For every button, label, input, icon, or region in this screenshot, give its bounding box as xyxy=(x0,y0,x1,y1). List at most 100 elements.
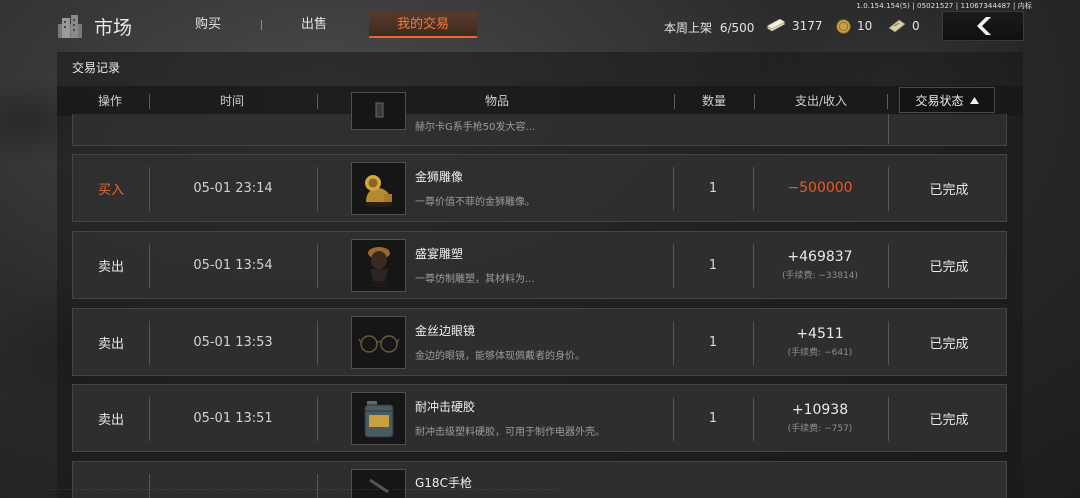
row-divider xyxy=(317,397,318,441)
trade-status: 已完成 xyxy=(929,336,969,352)
tab-buy[interactable]: 购买 xyxy=(170,12,246,38)
trade-time: 05-01 23:14 xyxy=(193,180,273,196)
back-button[interactable] xyxy=(942,11,1024,41)
item-description: 赫尔卡G系手枪50发大容... xyxy=(415,122,536,133)
trade-time: 05-01 13:54 xyxy=(193,257,273,273)
row-divider xyxy=(317,321,318,365)
cash-balance: 3177 xyxy=(766,17,823,35)
item-quantity: 1 xyxy=(708,257,718,273)
weekly-listing-value: 6/500 xyxy=(719,21,755,35)
item-name: 金丝边眼镜 xyxy=(415,324,476,338)
money-amount: +10938 xyxy=(791,402,849,418)
tab-my-trades[interactable]: 我的交易 xyxy=(369,12,477,38)
item-thumbnail xyxy=(351,92,406,130)
trade-status: 已完成 xyxy=(929,412,969,428)
table-row[interactable]: 卖出 05-01 13:53 金丝边眼镜 金边的眼镜，能够体现佩戴者的身价。 1… xyxy=(72,308,1007,376)
page-title: 市场 xyxy=(94,17,133,39)
row-divider xyxy=(317,244,318,288)
table-row[interactable]: 卖出 05-01 13:51 耐冲击硬胶 耐冲击级塑料硬胶，可用于制作电器外壳。… xyxy=(72,384,1007,452)
trade-type: 卖出 xyxy=(97,412,124,428)
fee-amount: (手续费: −641) xyxy=(787,348,853,358)
top-bar: 市场 购买 出售 我的交易 本周上架 6/500 3177 10 0 xyxy=(0,0,1080,52)
table-row-partial[interactable]: 赫尔卡G系手枪50发大容... xyxy=(72,92,1007,146)
resin-canister-icon xyxy=(364,400,393,437)
table-row[interactable]: 卖出 05-01 13:54 盛宴雕塑 一尊仿制雕塑，其材料为... 1 +46… xyxy=(72,231,1007,299)
table-row[interactable]: 买入 05-01 23:14 金狮雕像 一尊价值不菲的金狮雕像。 1 −5000… xyxy=(72,154,1007,222)
row-divider xyxy=(149,244,150,288)
item-description: 金边的眼镜，能够体现佩戴者的身价。 xyxy=(415,351,585,362)
item-name: 耐冲击硬胶 xyxy=(415,400,476,414)
item-name: 盛宴雕塑 xyxy=(415,247,464,261)
item-description: 耐冲击级塑料硬胶，可用于制作电器外壳。 xyxy=(415,427,605,438)
gold-coin-icon xyxy=(836,18,851,34)
ticket-value: 0 xyxy=(912,19,920,33)
header-divider xyxy=(887,94,888,109)
panel-title: 交易记录 xyxy=(72,61,121,75)
trade-status: 已完成 xyxy=(929,182,969,198)
trade-status: 已完成 xyxy=(929,259,969,275)
item-thumbnail xyxy=(351,239,406,292)
glasses-icon xyxy=(357,334,400,353)
trade-time: 05-01 13:53 xyxy=(193,334,273,350)
item-thumbnail xyxy=(351,392,406,445)
money-cell: +10938 (手续费: −757) xyxy=(753,385,887,451)
status-sort-button[interactable]: 交易状态 xyxy=(899,87,995,113)
item-quantity: 1 xyxy=(708,180,718,196)
row-divider xyxy=(888,321,889,365)
money-amount: −500000 xyxy=(787,180,853,196)
trade-time: 05-01 13:51 xyxy=(193,410,273,426)
footer-debug-text: · · · · · · · · · · · · · · · · · · · · … xyxy=(45,487,559,493)
feast-sculpture-icon xyxy=(367,246,390,287)
weekly-listing-label: 本周上架 xyxy=(664,21,713,35)
header-divider xyxy=(317,94,318,109)
col-qty: 数量 xyxy=(701,94,726,108)
coin-balance: 10 xyxy=(836,17,872,35)
cash-icon xyxy=(766,19,786,32)
item-description: 一尊仿制雕塑，其材料为... xyxy=(415,274,535,285)
weekly-listing: 本周上架 6/500 xyxy=(664,19,754,36)
col-status: 交易状态 xyxy=(915,93,964,108)
item-name: 金狮雕像 xyxy=(415,170,464,184)
money-amount: +469837 xyxy=(787,249,853,265)
col-time: 时间 xyxy=(219,94,244,108)
row-divider xyxy=(149,321,150,365)
item-description: 一尊价值不菲的金狮雕像。 xyxy=(415,197,535,208)
row-divider xyxy=(888,244,889,288)
trade-type: 卖出 xyxy=(97,259,124,275)
item-thumbnail xyxy=(351,469,406,498)
table-header: 操作 时间 物品 数量 支出/收入 交易状态 xyxy=(57,86,1023,116)
golden-lion-statue-icon xyxy=(364,174,393,207)
ticket-icon xyxy=(888,19,906,33)
chevron-left-icon xyxy=(977,17,991,35)
item-quantity: 1 xyxy=(708,334,718,350)
money-cell: +4511 (手续费: −641) xyxy=(753,309,887,375)
item-thumbnail xyxy=(351,316,406,369)
trade-type: 卖出 xyxy=(97,336,124,352)
col-money: 支出/收入 xyxy=(794,94,848,108)
row-divider xyxy=(888,397,889,441)
triangle-up-icon xyxy=(969,96,979,104)
tab-sell[interactable]: 出售 xyxy=(276,12,352,38)
market-building-icon xyxy=(58,15,82,38)
money-amount: +4511 xyxy=(796,326,844,342)
magazine-icon xyxy=(375,102,383,118)
tab-divider xyxy=(261,20,262,30)
row-divider xyxy=(888,114,889,144)
header-divider xyxy=(149,94,150,109)
item-thumbnail xyxy=(351,162,406,215)
ticket-balance: 0 xyxy=(888,17,920,35)
coin-value: 10 xyxy=(857,19,873,33)
trade-type: 买入 xyxy=(97,182,124,198)
row-divider xyxy=(317,167,318,211)
row-divider xyxy=(149,167,150,211)
fee-amount: (手续费: −33814) xyxy=(781,271,859,281)
item-quantity: 1 xyxy=(708,410,718,426)
row-divider xyxy=(888,167,889,211)
row-divider xyxy=(149,397,150,441)
col-op: 操作 xyxy=(97,94,122,108)
money-cell: −500000 xyxy=(753,155,887,221)
row-divider xyxy=(317,474,318,498)
cash-value: 3177 xyxy=(792,19,823,33)
fee-amount: (手续费: −757) xyxy=(787,424,853,434)
row-divider xyxy=(149,474,150,498)
